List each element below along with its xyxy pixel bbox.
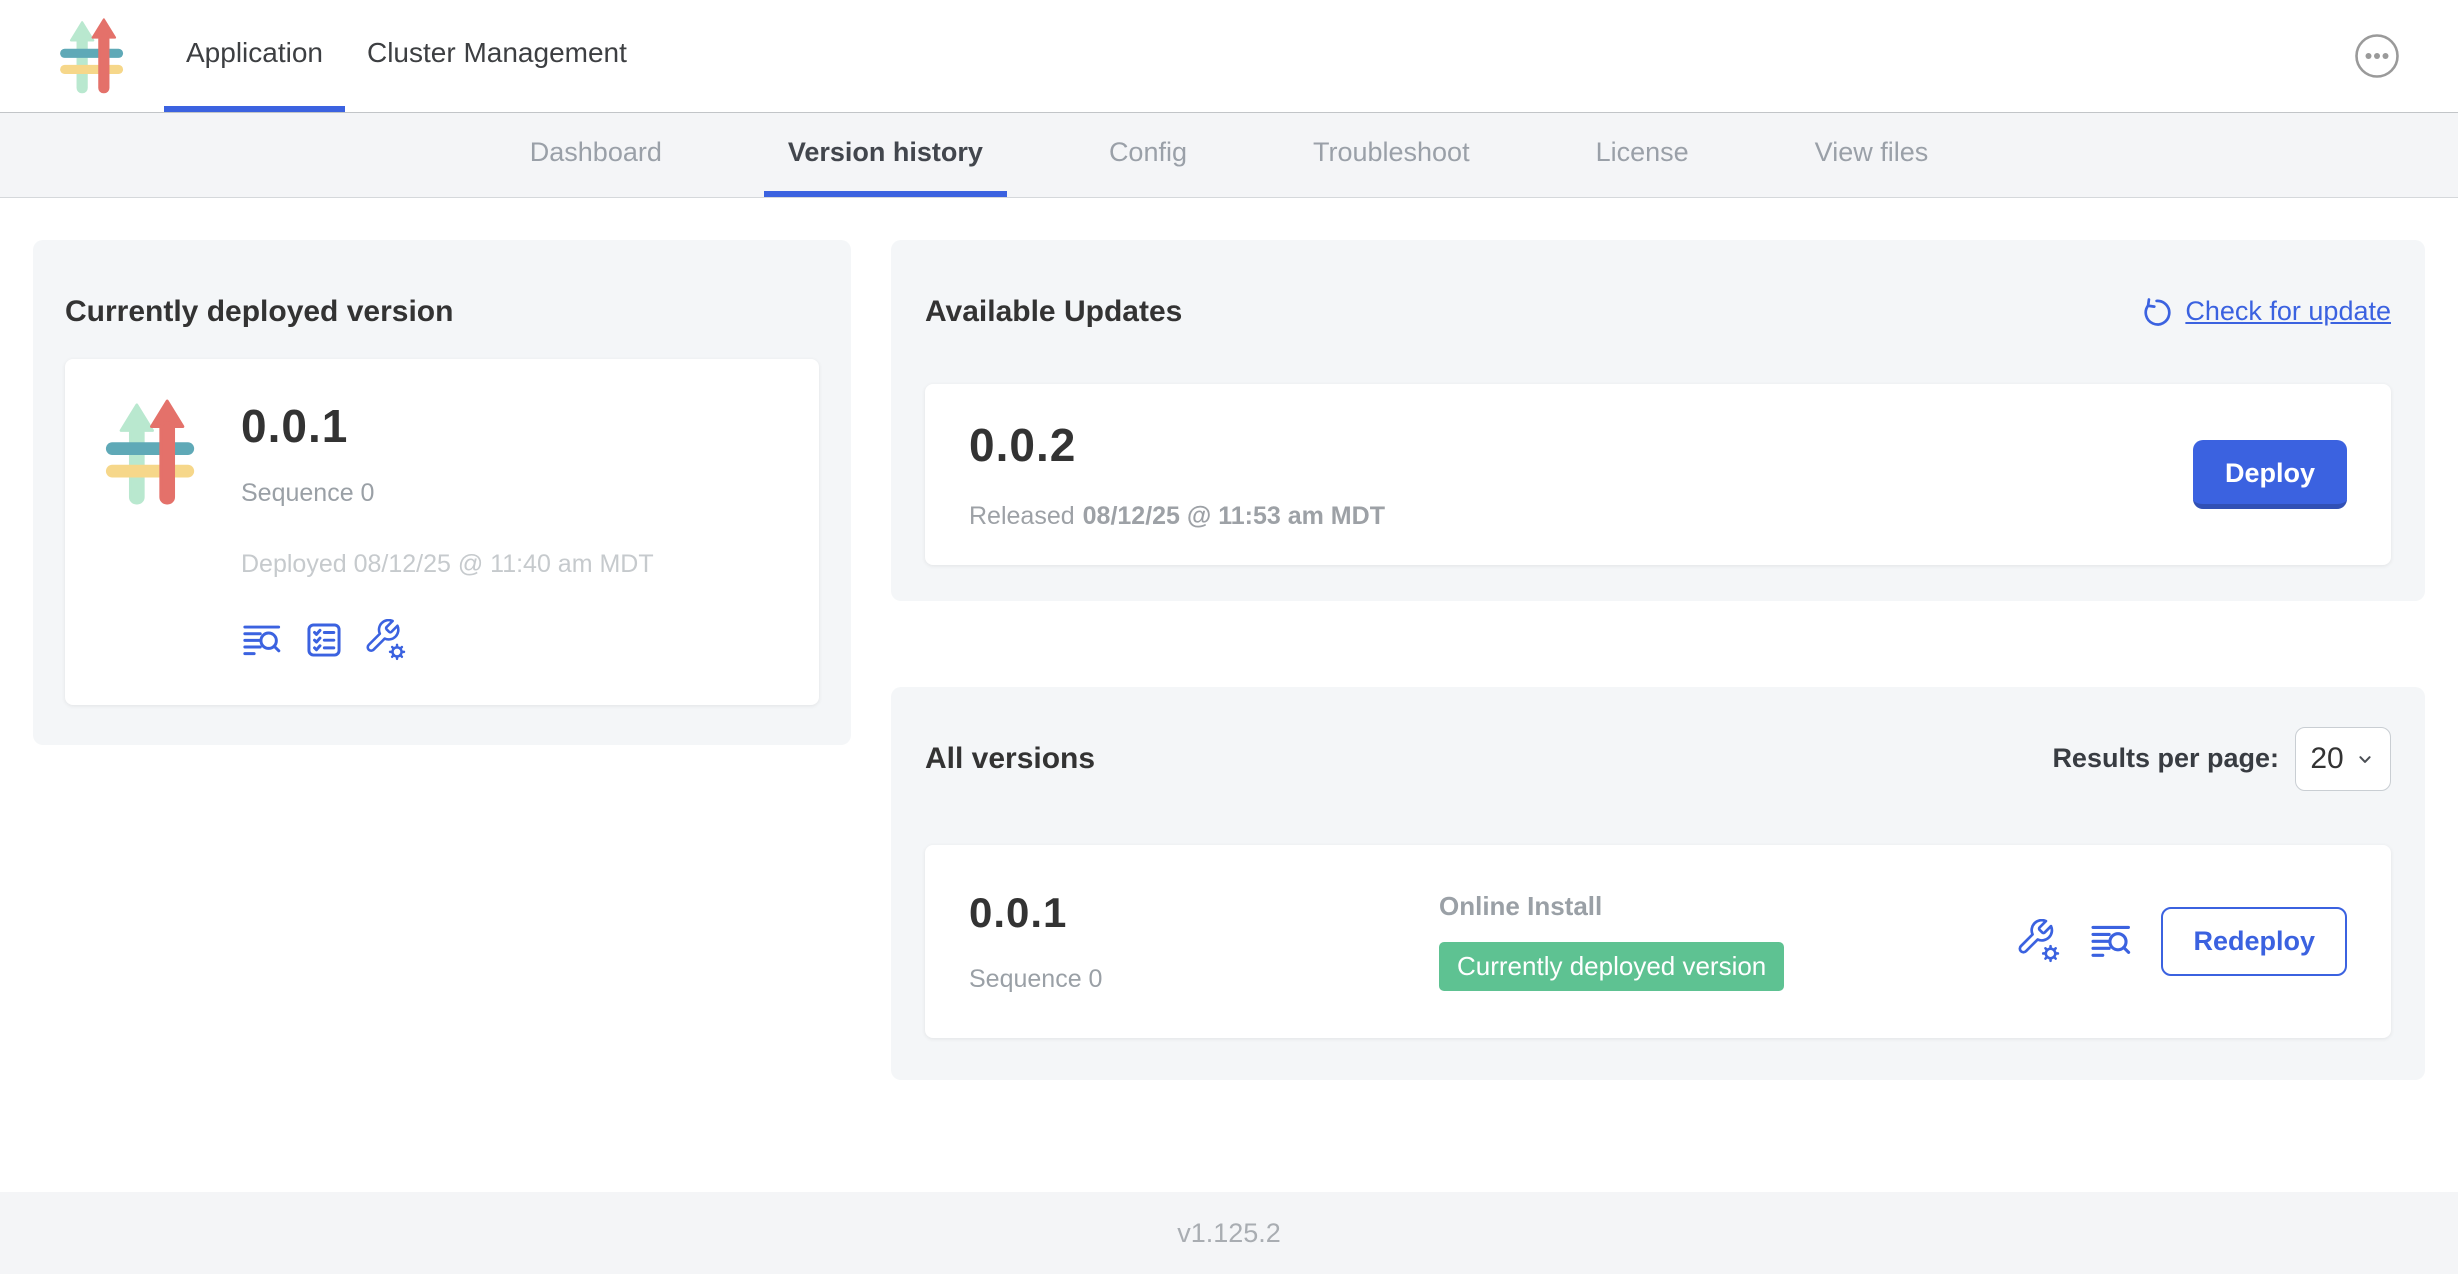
deployed-date: Deployed 08/12/25 @ 11:40 am MDT [241,550,654,579]
app-logo [58,18,128,95]
preflight-checks-icon[interactable] [303,619,345,661]
all-versions-title: All versions [925,742,1095,776]
results-per-page-select[interactable]: 20 [2295,727,2391,791]
available-updates-header: Available Updates Check for update [925,270,2391,354]
subnav-view-files-label: View files [1815,137,1929,168]
currently-deployed-title: Currently deployed version [65,295,819,329]
currently-deployed-badge: Currently deployed version [1439,942,1784,991]
update-released: Released 08/12/25 @ 11:53 am MDT [969,502,1385,531]
config-wrench-icon[interactable] [2017,919,2061,963]
subnav-dashboard[interactable]: Dashboard [506,113,686,197]
version-row-actions: Redeploy [2017,907,2347,976]
release-notes-search-icon[interactable] [241,619,283,661]
tab-cluster-management-label: Cluster Management [367,37,627,69]
deployed-sequence: Sequence 0 [241,479,654,508]
available-updates-title: Available Updates [925,295,1182,329]
update-info: 0.0.2 Released 08/12/25 @ 11:53 am MDT [969,418,1385,531]
version-row: 0.0.1 Sequence 0 Online Install Currentl… [925,845,2391,1038]
update-version-number: 0.0.2 [969,418,1385,472]
released-prefix: Released [969,502,1075,530]
all-versions-panel: All versions Results per page: 20 0.0 [891,687,2425,1080]
currently-deployed-panel: Currently deployed version [33,240,851,745]
admin-console-page: Application Cluster Management Dashboard… [0,0,2458,1274]
check-for-update-label: Check for update [2185,296,2391,327]
tab-application-label: Application [186,37,323,69]
results-per-page-value: 20 [2310,742,2343,776]
results-per-page: Results per page: 20 [2052,727,2391,791]
app-footer: v1.125.2 [0,1192,2458,1274]
app-arrows-logo-icon [103,399,201,507]
redeploy-button[interactable]: Redeploy [2161,907,2347,976]
update-card: 0.0.2 Released 08/12/25 @ 11:53 am MDT De… [925,384,2391,565]
deployed-version-info: 0.0.1 Sequence 0 Deployed 08/12/25 @ 11:… [241,399,654,661]
deploy-button[interactable]: Deploy [2193,440,2347,509]
install-type: Online Install [1439,891,1784,922]
overflow-menu-button[interactable] [2354,33,2400,79]
version-row-number: 0.0.1 [969,889,1439,937]
right-column: Available Updates Check for update 0.0.2… [891,240,2425,1080]
app-arrows-logo-icon [58,18,128,95]
rotate-ccw-icon [2139,295,2173,329]
subnav-config-label: Config [1109,137,1187,168]
deployed-version-card: 0.0.1 Sequence 0 Deployed 08/12/25 @ 11:… [65,359,819,705]
console-version: v1.125.2 [1177,1218,1281,1249]
subnav-license-label: License [1596,137,1689,168]
version-row-info: 0.0.1 Sequence 0 [969,889,1439,994]
deployed-actions [241,619,654,661]
top-bar: Application Cluster Management [0,0,2458,113]
tab-cluster-management[interactable]: Cluster Management [345,0,649,112]
version-row-status: Online Install Currently deployed versio… [1439,891,1784,991]
subnav-troubleshoot-label: Troubleshoot [1313,137,1470,168]
app-subnav: Dashboard Version history Config Trouble… [0,113,2458,198]
config-wrench-icon[interactable] [365,619,407,661]
main-content: Currently deployed version [0,198,2458,1192]
top-tabs: Application Cluster Management [164,0,649,112]
subnav-version-history-label: Version history [788,137,983,168]
version-row-sequence: Sequence 0 [969,965,1439,994]
subnav-view-files[interactable]: View files [1791,113,1953,197]
tab-application[interactable]: Application [164,0,345,112]
subnav-license[interactable]: License [1572,113,1713,197]
release-notes-search-icon[interactable] [2089,919,2133,963]
available-updates-panel: Available Updates Check for update 0.0.2… [891,240,2425,601]
subnav-dashboard-label: Dashboard [530,137,662,168]
deployed-version-number: 0.0.1 [241,399,654,453]
released-date: 08/12/25 @ 11:53 am MDT [1083,502,1385,530]
subnav-config[interactable]: Config [1085,113,1211,197]
results-per-page-label: Results per page: [2052,743,2279,774]
subnav-version-history[interactable]: Version history [764,113,1007,197]
check-for-update-link[interactable]: Check for update [2139,295,2391,329]
subnav-troubleshoot[interactable]: Troubleshoot [1289,113,1494,197]
ellipsis-circle-icon [2354,33,2400,79]
chevron-down-icon [2354,748,2376,770]
all-versions-header: All versions Results per page: 20 [925,717,2391,801]
